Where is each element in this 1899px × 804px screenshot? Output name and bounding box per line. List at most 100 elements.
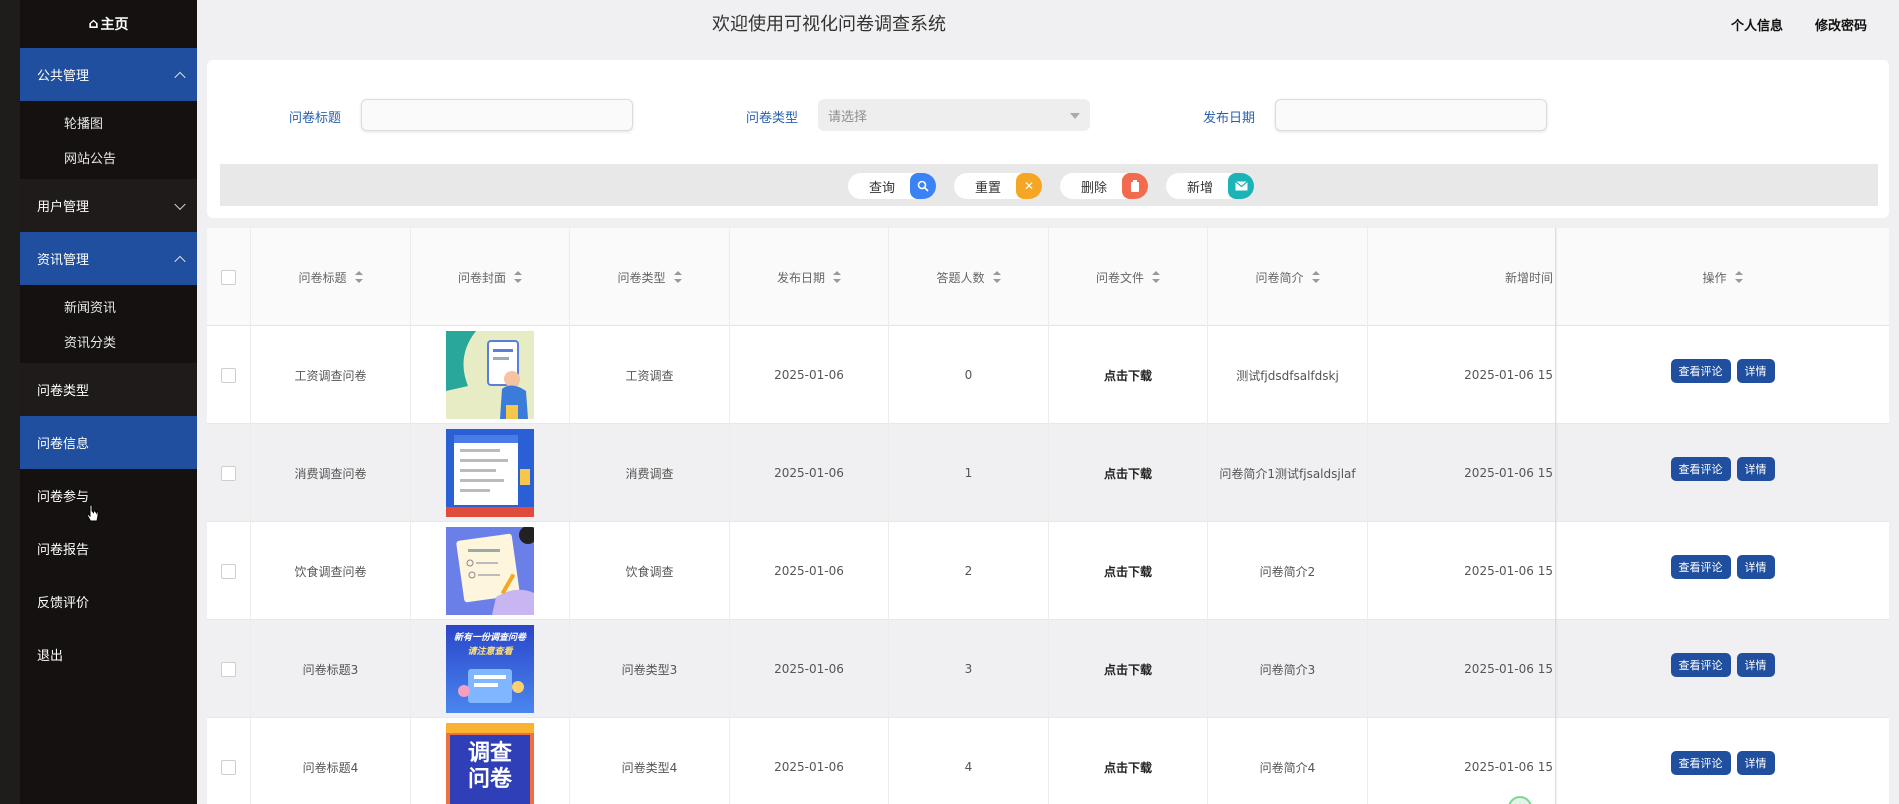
profile-link[interactable]: 个人信息 bbox=[1731, 15, 1783, 34]
date-filter-input[interactable] bbox=[1275, 99, 1547, 131]
cell-actions: 查看评论 详情 bbox=[1556, 620, 1889, 718]
header-label: 问卷文件 bbox=[1095, 270, 1144, 285]
header-type[interactable]: 问卷类型 bbox=[570, 228, 730, 326]
submenu-item-news[interactable]: 新闻资讯 bbox=[20, 289, 197, 324]
cell-count: 4 bbox=[889, 718, 1049, 804]
reset-button[interactable]: 重置 ✕ bbox=[954, 173, 1042, 199]
cover-text-line1: 调查 bbox=[467, 741, 512, 766]
header-title[interactable]: 问卷标题 bbox=[251, 228, 411, 326]
type-filter-select[interactable]: 请选择 bbox=[818, 99, 1090, 131]
cell-title: 工资调查问卷 bbox=[251, 326, 411, 424]
mail-icon bbox=[1228, 173, 1254, 199]
menu-feedback[interactable]: 反馈评价 bbox=[20, 575, 197, 628]
cover-image[interactable] bbox=[446, 331, 534, 419]
row-checkbox[interactable] bbox=[221, 563, 236, 579]
view-comments-button[interactable]: 查看评论 bbox=[1670, 555, 1731, 579]
cell-date: 2025-01-06 bbox=[730, 424, 889, 522]
cell-file: 点击下载 bbox=[1049, 326, 1208, 424]
cell-date: 2025-01-06 bbox=[730, 522, 889, 620]
detail-button[interactable]: 详情 bbox=[1736, 653, 1775, 677]
row-checkbox[interactable] bbox=[221, 367, 236, 383]
menu-label: 公共管理 bbox=[37, 69, 90, 84]
cover-image[interactable]: 调查 问卷 bbox=[446, 723, 534, 804]
sort-icon[interactable] bbox=[1152, 271, 1160, 283]
sort-icon[interactable] bbox=[992, 271, 1001, 283]
download-link[interactable]: 点击下载 bbox=[1104, 465, 1152, 482]
download-link[interactable]: 点击下载 bbox=[1104, 759, 1152, 776]
detail-button[interactable]: 详情 bbox=[1736, 751, 1775, 775]
row-checkbox[interactable] bbox=[221, 759, 236, 775]
chevron-up-icon bbox=[174, 255, 186, 267]
cell-intro: 问卷简介3 bbox=[1208, 620, 1368, 718]
view-comments-button[interactable]: 查看评论 bbox=[1670, 457, 1731, 481]
delete-button[interactable]: 删除 bbox=[1060, 173, 1148, 199]
header-cover[interactable]: 问卷封面 bbox=[411, 228, 570, 326]
sort-icon[interactable] bbox=[1311, 271, 1320, 283]
cell-title: 消费调查问卷 bbox=[251, 424, 411, 522]
header-label: 问卷封面 bbox=[457, 270, 506, 285]
menu-label: 反馈评价 bbox=[37, 596, 90, 611]
submenu-item-news-category[interactable]: 资讯分类 bbox=[20, 324, 197, 359]
row-checkbox[interactable] bbox=[221, 465, 236, 481]
header-intro[interactable]: 问卷简介 bbox=[1208, 228, 1368, 326]
query-button[interactable]: 查询 bbox=[848, 173, 936, 199]
add-button[interactable]: 新增 bbox=[1166, 173, 1254, 199]
header-file[interactable]: 问卷文件 bbox=[1049, 228, 1208, 326]
header-created[interactable]: 新增时间 bbox=[1368, 228, 1556, 326]
cover-image[interactable]: 新有一份调查问卷 请注意查看 bbox=[446, 625, 534, 713]
select-all-checkbox[interactable] bbox=[221, 269, 236, 285]
title-filter-input[interactable] bbox=[361, 99, 633, 131]
cover-image[interactable] bbox=[446, 527, 534, 615]
menu-survey-participation[interactable]: 问卷参与 bbox=[20, 469, 197, 522]
sort-icon[interactable] bbox=[1734, 271, 1743, 283]
menu-news-management[interactable]: 资讯管理 bbox=[20, 232, 197, 285]
download-link[interactable]: 点击下载 bbox=[1104, 661, 1152, 678]
header-count[interactable]: 答题人数 bbox=[889, 228, 1049, 326]
sort-icon[interactable] bbox=[354, 271, 363, 283]
type-filter-label: 问卷类型 bbox=[746, 111, 799, 126]
menu-public-management[interactable]: 公共管理 bbox=[20, 48, 197, 101]
detail-button[interactable]: 详情 bbox=[1736, 457, 1775, 481]
home-link[interactable]: ⌂ 主页 bbox=[20, 0, 197, 48]
cell-type: 问卷类型3 bbox=[570, 620, 730, 718]
menu-label: 资讯管理 bbox=[37, 253, 90, 268]
download-link[interactable]: 点击下载 bbox=[1104, 563, 1152, 580]
menu-label: 问卷报告 bbox=[37, 543, 90, 558]
header-date[interactable]: 发布日期 bbox=[730, 228, 889, 326]
table-row: 工资调查问卷 工资调查 2025-01-06 0 点击下载 测试fjdsdfsa… bbox=[207, 326, 1889, 424]
cell-cover bbox=[411, 522, 570, 620]
menu-survey-info[interactable]: 问卷信息 bbox=[20, 416, 197, 469]
cell-count: 0 bbox=[889, 326, 1049, 424]
cell-type: 问卷类型4 bbox=[570, 718, 730, 804]
sort-icon[interactable] bbox=[833, 271, 841, 283]
menu-label: 问卷类型 bbox=[37, 384, 90, 399]
view-comments-button[interactable]: 查看评论 bbox=[1670, 653, 1731, 677]
cell-cover bbox=[411, 424, 570, 522]
row-checkbox[interactable] bbox=[221, 661, 236, 677]
detail-button[interactable]: 详情 bbox=[1736, 359, 1775, 383]
download-link[interactable]: 点击下载 bbox=[1104, 367, 1152, 384]
top-header: 欢迎使用可视化问卷调查系统 个人信息 修改密码 bbox=[197, 0, 1899, 48]
sort-icon[interactable] bbox=[514, 271, 522, 283]
action-toolbar: 查询 重置 ✕ 删除 新增 bbox=[220, 164, 1878, 206]
menu-label: 退出 bbox=[37, 649, 64, 664]
sort-icon[interactable] bbox=[673, 271, 682, 283]
chevron-up-icon bbox=[174, 71, 186, 83]
change-password-link[interactable]: 修改密码 bbox=[1815, 15, 1867, 34]
detail-button[interactable]: 详情 bbox=[1736, 555, 1775, 579]
menu-survey-report[interactable]: 问卷报告 bbox=[20, 522, 197, 575]
reset-button-label: 重置 bbox=[974, 180, 1001, 196]
submenu-item-carousel[interactable]: 轮播图 bbox=[20, 105, 197, 140]
menu-survey-type[interactable]: 问卷类型 bbox=[20, 363, 197, 416]
menu-logout[interactable]: 退出 bbox=[20, 628, 197, 681]
search-icon bbox=[910, 173, 936, 199]
menu-user-management[interactable]: 用户管理 bbox=[20, 179, 197, 232]
submenu-item-announcement[interactable]: 网站公告 bbox=[20, 140, 197, 175]
cell-title: 问卷标题3 bbox=[251, 620, 411, 718]
cell-actions: 查看评论 详情 bbox=[1556, 718, 1889, 804]
header-label: 问卷简介 bbox=[1255, 270, 1304, 285]
view-comments-button[interactable]: 查看评论 bbox=[1670, 359, 1731, 383]
cover-image[interactable] bbox=[446, 429, 534, 517]
close-icon: ✕ bbox=[1016, 173, 1042, 199]
view-comments-button[interactable]: 查看评论 bbox=[1670, 751, 1731, 775]
